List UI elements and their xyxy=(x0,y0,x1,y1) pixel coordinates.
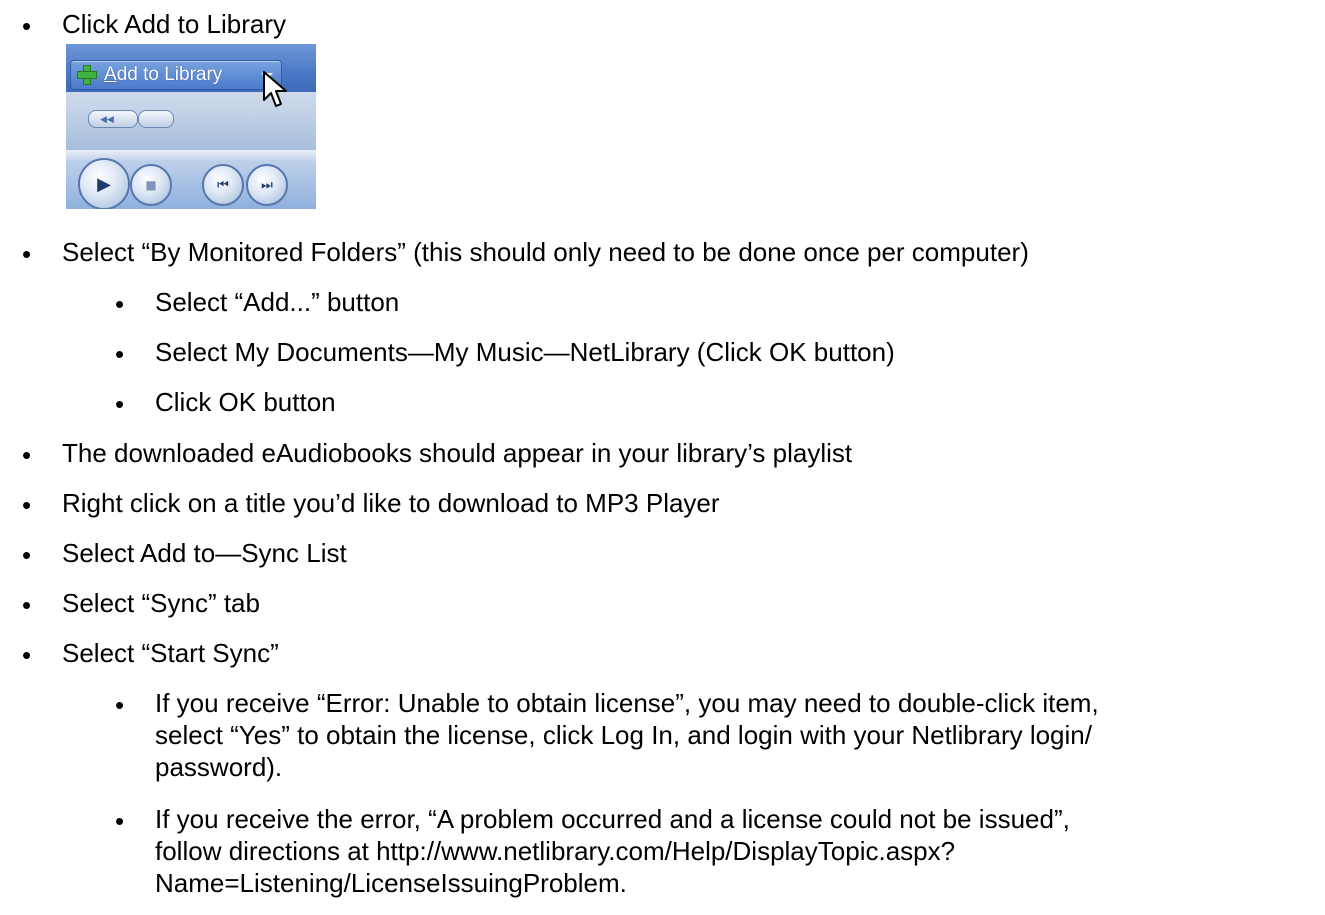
bullet: • xyxy=(115,289,125,319)
list-item-line: follow directions at http://www.netlibra… xyxy=(155,836,956,866)
forward-button[interactable] xyxy=(138,110,174,128)
rewind-icon: ◀◀ xyxy=(100,115,114,125)
cursor-icon xyxy=(263,71,287,107)
list-item: Click Add to Library xyxy=(62,9,286,39)
list-item: Click OK button xyxy=(155,387,336,417)
list-item: Select Add to—Sync List xyxy=(62,538,347,568)
add-to-library-button[interactable]: Add to Library xyxy=(70,60,282,90)
bullet: • xyxy=(22,640,32,670)
list-item: Select My Documents—My Music—NetLibrary … xyxy=(155,337,895,367)
list-item-line: Name=Listening/LicenseIssuingProblem. xyxy=(155,868,627,898)
next-icon: ⏭ xyxy=(261,177,273,193)
bullet: • xyxy=(115,339,125,369)
list-item: Select “Add...” button xyxy=(155,287,400,317)
list-item-line: select “Yes” to obtain the license, clic… xyxy=(155,720,1092,750)
bullet: • xyxy=(115,389,125,419)
list-item: Select “By Monitored Folders” (this shou… xyxy=(62,237,1029,267)
document-page: • Click Add to Library Add to Library ◀◀… xyxy=(0,0,1325,915)
previous-icon: ⏮ xyxy=(217,177,229,193)
plus-icon xyxy=(76,64,98,86)
bullet: • xyxy=(22,540,32,570)
list-item-line: password). xyxy=(155,752,283,782)
bullet: • xyxy=(115,806,125,836)
previous-button[interactable]: ⏮ xyxy=(202,164,244,206)
stop-button[interactable]: ■ xyxy=(130,164,172,206)
list-item: Right click on a title you’d like to dow… xyxy=(62,488,720,518)
list-item-line: If you receive the error, “A problem occ… xyxy=(155,804,1070,834)
play-icon: ▶ xyxy=(97,173,111,195)
play-button[interactable]: ▶ xyxy=(78,158,130,209)
bullet: • xyxy=(22,490,32,520)
stop-icon: ■ xyxy=(145,178,157,192)
bullet: • xyxy=(22,239,32,269)
next-button[interactable]: ⏭ xyxy=(246,164,288,206)
bullet: • xyxy=(22,11,32,41)
player-screenshot: Add to Library ◀◀ ▶ ■ ⏮ ⏭ xyxy=(66,44,316,209)
list-item: Select “Start Sync” xyxy=(62,638,279,668)
list-item: The downloaded eAudiobooks should appear… xyxy=(62,438,853,468)
add-to-library-label: Add to Library xyxy=(104,64,223,85)
bullet: • xyxy=(22,440,32,470)
list-item-line: If you receive “Error: Unable to obtain … xyxy=(155,688,1099,718)
list-item: Select “Sync” tab xyxy=(62,588,260,618)
bullet: • xyxy=(22,590,32,620)
bullet: • xyxy=(115,690,125,720)
